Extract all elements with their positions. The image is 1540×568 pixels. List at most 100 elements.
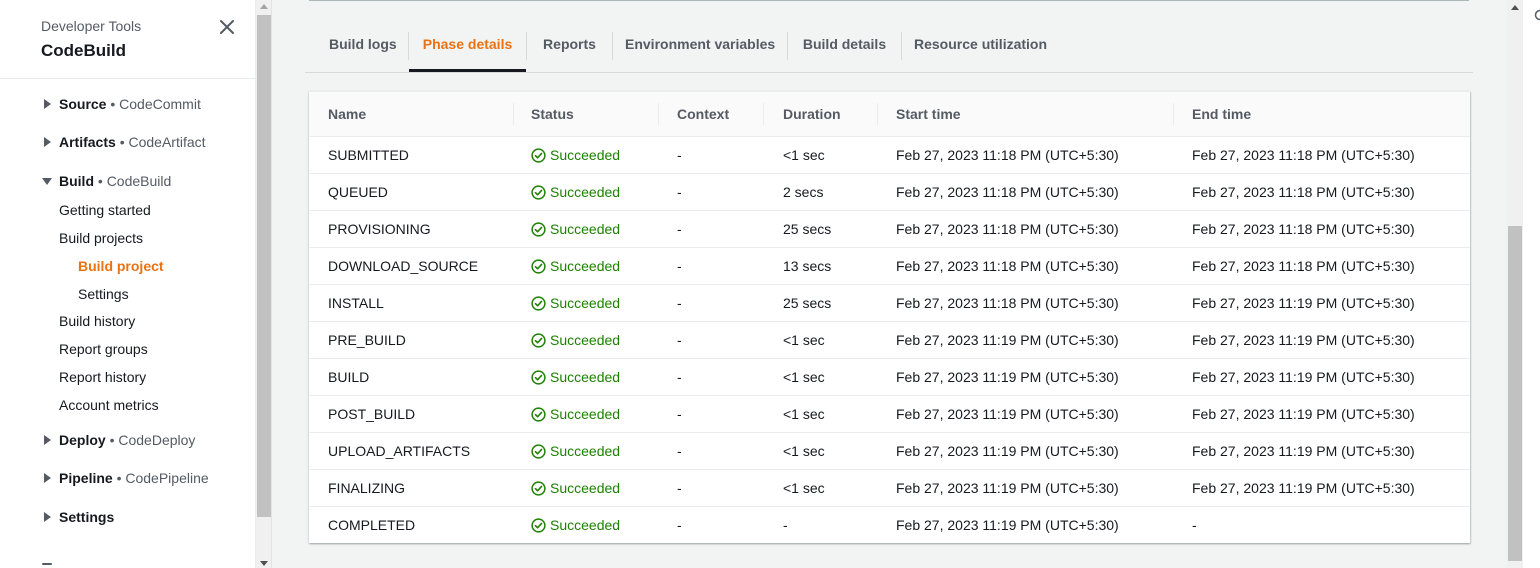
- bullet: •: [109, 432, 115, 448]
- phase-name: BUILD: [328, 369, 370, 385]
- phase-start-time: Feb 27, 2023 11:19 PM (UTC+5:30): [896, 480, 1119, 496]
- group-label: Source: [59, 96, 107, 112]
- phase-start-time: Feb 27, 2023 11:19 PM (UTC+5:30): [896, 406, 1119, 422]
- column-header-duration[interactable]: Duration: [783, 92, 841, 137]
- sidebar-group-artifacts[interactable]: Artifacts • CodeArtifact: [0, 131, 256, 153]
- phase-end-time: Feb 27, 2023 11:19 PM (UTC+5:30): [1192, 369, 1415, 385]
- scroll-down-arrow-icon[interactable]: [260, 561, 268, 566]
- tab-separator: [612, 32, 613, 60]
- column-divider: [1173, 103, 1174, 125]
- sidebar-scrollbar-thumb[interactable]: [257, 15, 271, 517]
- phase-duration: <1 sec: [783, 369, 825, 385]
- tab-separator: [901, 32, 902, 60]
- phase-end-time: Feb 27, 2023 11:19 PM (UTC+5:30): [1192, 443, 1415, 459]
- sidebar-group-deploy[interactable]: Deploy • CodeDeploy: [0, 429, 256, 451]
- status-text: Succeeded: [550, 332, 621, 348]
- sidebar-group-settings[interactable]: Settings: [0, 506, 256, 528]
- column-divider: [658, 103, 659, 125]
- table-row: UPLOAD_ARTIFACTS Succeeded - <1 sec Feb 27, …: [309, 433, 1470, 470]
- sidebar: Developer Tools CodeBuild Source • CodeC…: [0, 0, 256, 568]
- sidebar-divider: [42, 563, 52, 565]
- sidebar-group-build[interactable]: Build • CodeBuild: [0, 170, 256, 192]
- table-row: POST_BUILD Succeeded - <1 sec Feb 27, 2023 1…: [309, 396, 1470, 433]
- check-circle-icon: [531, 148, 546, 163]
- column-header-end-time[interactable]: End time: [1192, 92, 1251, 137]
- group-label: Build: [59, 173, 94, 189]
- phase-context: -: [677, 443, 682, 459]
- status-text: Succeeded: [550, 443, 621, 459]
- sidebar-scrollbar[interactable]: [256, 0, 272, 568]
- tab-phase-details[interactable]: Phase details: [409, 27, 526, 72]
- sidebar-item-settings[interactable]: Settings: [78, 284, 129, 304]
- phase-details-table: Name Status Context Duration Start time …: [309, 91, 1470, 543]
- caret-right-icon: [44, 137, 51, 147]
- container-top-border: [309, 0, 1469, 1]
- tab-resource-utilization[interactable]: Resource utilization: [914, 27, 1047, 71]
- table-row: COMPLETED Succeeded - - Feb 27, 2023 11:19 P…: [309, 507, 1470, 544]
- tab-separator: [526, 32, 527, 60]
- check-circle-icon: [531, 370, 546, 385]
- sidebar-group-pipeline[interactable]: Pipeline • CodePipeline: [0, 467, 256, 489]
- column-header-start-time[interactable]: Start time: [896, 92, 961, 137]
- phase-context: -: [677, 517, 682, 533]
- sidebar-group-source[interactable]: Source • CodeCommit: [0, 93, 256, 115]
- sidebar-item-build-projects[interactable]: Build projects: [59, 228, 143, 248]
- column-divider: [763, 103, 764, 125]
- group-label: Artifacts: [59, 134, 116, 150]
- sidebar-item-build-project[interactable]: Build project: [78, 256, 164, 276]
- phase-duration: <1 sec: [783, 147, 825, 163]
- tab-build-logs[interactable]: Build logs: [329, 27, 397, 71]
- status-text: Succeeded: [550, 184, 621, 200]
- scroll-up-arrow-icon[interactable]: [1511, 5, 1519, 10]
- sidebar-item-getting-started[interactable]: Getting started: [59, 200, 151, 220]
- phase-name: PROVISIONING: [328, 221, 431, 237]
- check-circle-icon: [531, 518, 546, 533]
- phase-context: -: [677, 406, 682, 422]
- column-header-name[interactable]: Name: [328, 92, 366, 137]
- phase-name: UPLOAD_ARTIFACTS: [328, 443, 471, 459]
- sidebar-item-report-groups[interactable]: Report groups: [59, 339, 148, 359]
- group-service: CodePipeline: [125, 470, 209, 486]
- phase-context: -: [677, 332, 682, 348]
- phase-name: SUBMITTED: [328, 147, 409, 163]
- phase-start-time: Feb 27, 2023 11:18 PM (UTC+5:30): [896, 147, 1119, 163]
- table-row: SUBMITTED Succeeded - <1 sec Feb 27, 2023 11…: [309, 137, 1470, 174]
- tab-separator: [787, 32, 788, 60]
- tab-reports[interactable]: Reports: [539, 27, 600, 71]
- scroll-up-arrow-icon[interactable]: [260, 4, 268, 9]
- phase-context: -: [677, 369, 682, 385]
- caret-right-icon: [44, 99, 51, 109]
- close-icon[interactable]: [218, 18, 236, 36]
- phase-duration: 2 secs: [783, 184, 824, 200]
- phase-context: -: [677, 147, 682, 163]
- sidebar-header: Developer Tools CodeBuild: [0, 0, 255, 79]
- page-scrollbar-thumb[interactable]: [1508, 226, 1522, 561]
- sidebar-item-build-history[interactable]: Build history: [59, 311, 135, 331]
- check-circle-icon: [531, 185, 546, 200]
- column-header-status[interactable]: Status: [531, 92, 574, 137]
- sidebar-item-report-history[interactable]: Report history: [59, 367, 146, 387]
- phase-name: QUEUED: [328, 184, 388, 200]
- column-divider: [513, 103, 514, 125]
- phase-end-time: Feb 27, 2023 11:19 PM (UTC+5:30): [1192, 295, 1415, 311]
- tab-environment-variables[interactable]: Environment variables: [625, 27, 775, 71]
- tab-build-details[interactable]: Build details: [800, 27, 889, 71]
- phase-end-time: Feb 27, 2023 11:18 PM (UTC+5:30): [1192, 147, 1415, 163]
- phase-end-time: Feb 27, 2023 11:18 PM (UTC+5:30): [1192, 258, 1415, 274]
- status-text: Succeeded: [550, 517, 621, 533]
- phase-duration: -: [783, 517, 788, 533]
- search-icon[interactable]: [1534, 9, 1540, 23]
- phase-end-time: Feb 27, 2023 11:19 PM (UTC+5:30): [1192, 332, 1415, 348]
- caret-right-icon: [44, 435, 51, 445]
- table-row: PROVISIONING Succeeded - 25 secs Feb 27, 202…: [309, 211, 1470, 248]
- phase-duration: <1 sec: [783, 406, 825, 422]
- caret-right-icon: [44, 473, 51, 483]
- check-circle-icon: [531, 444, 546, 459]
- column-header-context[interactable]: Context: [677, 92, 729, 137]
- phase-start-time: Feb 27, 2023 11:18 PM (UTC+5:30): [896, 221, 1119, 237]
- phase-context: -: [677, 258, 682, 274]
- sidebar-item-account-metrics[interactable]: Account metrics: [59, 395, 159, 415]
- status-text: Succeeded: [550, 258, 621, 274]
- tab-bar: Build logs Phase details Reports Environ…: [305, 27, 1473, 73]
- phase-end-time: Feb 27, 2023 11:18 PM (UTC+5:30): [1192, 184, 1415, 200]
